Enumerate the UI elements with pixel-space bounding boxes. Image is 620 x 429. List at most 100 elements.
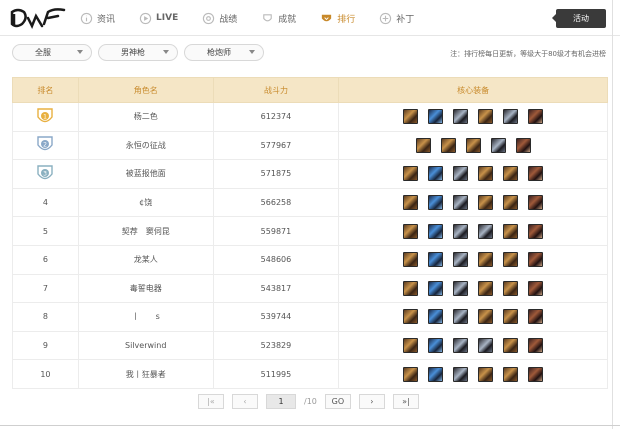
activity-button[interactable]: 活动 <box>552 9 606 28</box>
equipment-icon[interactable] <box>453 166 469 182</box>
equipment-icon[interactable] <box>478 252 494 268</box>
equipment-icon[interactable] <box>428 252 444 268</box>
equipment-icon[interactable] <box>428 223 444 239</box>
equipment-icon[interactable] <box>478 338 494 354</box>
equipment-icon[interactable] <box>478 366 494 382</box>
table-row[interactable]: 9 Silverwind 523829 <box>12 330 608 361</box>
equipment-icon[interactable] <box>515 137 531 153</box>
equipment-icon[interactable] <box>478 280 494 296</box>
equipment-icon[interactable] <box>453 195 469 211</box>
equipment-icon[interactable] <box>528 166 544 182</box>
equipment-icon[interactable] <box>453 366 469 382</box>
table-row[interactable]: 6 龙某人 548606 <box>12 244 608 275</box>
equipment-icon[interactable] <box>428 280 444 296</box>
character-name[interactable]: 被蓝报他面 <box>77 159 214 189</box>
nav-item-achievement[interactable]: 成就 <box>261 12 296 25</box>
equipment-icon[interactable] <box>503 109 519 125</box>
equipment-icon[interactable] <box>403 166 419 182</box>
equipment-icon[interactable] <box>453 338 469 354</box>
equipment-icon[interactable] <box>428 109 444 125</box>
equipment-icon[interactable] <box>403 280 419 296</box>
equipment-icon[interactable] <box>453 309 469 325</box>
equipment-icon[interactable] <box>503 309 519 325</box>
character-name[interactable]: 丨 s <box>77 302 214 332</box>
character-name[interactable]: 我丨狂暴者 <box>77 359 214 389</box>
equipment-icon[interactable] <box>528 223 544 239</box>
table-row[interactable]: 3 被蓝报他面 571875 <box>12 159 608 189</box>
nav-item-patch[interactable]: 补丁 <box>379 12 414 25</box>
nav-item-live[interactable]: LIVE <box>139 12 178 25</box>
nav-item-record[interactable]: 战绩 <box>202 12 237 25</box>
equipment-icon[interactable] <box>428 366 444 382</box>
equipment-icon[interactable] <box>453 280 469 296</box>
equipment-icon[interactable] <box>503 338 519 354</box>
character-name[interactable]: 杨二色 <box>77 102 214 132</box>
equipment-icon[interactable] <box>403 109 419 125</box>
equipment-icon[interactable] <box>403 252 419 268</box>
equipment-icon[interactable] <box>403 195 419 211</box>
equipment-icon[interactable] <box>428 166 444 182</box>
character-name[interactable]: ¢饶 <box>77 187 214 218</box>
equipment-icon[interactable] <box>503 252 519 268</box>
equipment-icon[interactable] <box>440 137 456 153</box>
character-name[interactable]: 毒誓电器 <box>77 273 214 304</box>
equipment-icon[interactable] <box>415 137 431 153</box>
equipment-icon[interactable] <box>528 309 544 325</box>
equipment-icon[interactable] <box>503 366 519 382</box>
table-row[interactable]: 10 我丨狂暴者 511995 <box>12 359 608 389</box>
dnf-logo[interactable] <box>8 4 68 32</box>
core-gear-cell <box>338 102 608 132</box>
equipment-icon[interactable] <box>428 338 444 354</box>
equipment-icon[interactable] <box>528 195 544 211</box>
equipment-icon[interactable] <box>503 223 519 239</box>
table-row[interactable]: 5 契荐 窦伺昆 559871 <box>12 216 608 246</box>
equipment-icon[interactable] <box>528 338 544 354</box>
go-button[interactable]: GO <box>324 394 351 409</box>
equipment-icon[interactable] <box>478 195 494 211</box>
table-row[interactable]: 7 毒誓电器 543817 <box>12 273 608 304</box>
next-page-button[interactable]: › <box>358 394 385 409</box>
equipment-icon[interactable] <box>478 309 494 325</box>
first-page-button[interactable]: |« <box>198 394 224 409</box>
equipment-icon[interactable] <box>478 166 494 182</box>
nav-item-info[interactable]: 资讯 <box>80 12 115 25</box>
equipment-icon[interactable] <box>528 109 544 125</box>
server-select[interactable]: 全服 <box>12 44 92 61</box>
table-row[interactable]: 4 ¢饶 566258 <box>12 187 608 218</box>
equipment-icon[interactable] <box>503 195 519 211</box>
table-row[interactable]: 8 丨 s 539744 <box>12 302 608 332</box>
equipment-icon[interactable] <box>528 366 544 382</box>
equipment-icon[interactable] <box>453 252 469 268</box>
character-name[interactable]: 永恒の征战 <box>77 130 214 161</box>
character-name[interactable]: Silverwind <box>77 330 214 361</box>
equipment-icon[interactable] <box>453 223 469 239</box>
equipment-icon[interactable] <box>478 109 494 125</box>
character-name[interactable]: 龙某人 <box>77 244 214 275</box>
nav-item-ranking[interactable]: 排行 <box>320 12 355 25</box>
equipment-icon[interactable] <box>490 137 506 153</box>
rank-medal-icon: 3 <box>37 165 54 180</box>
equipment-icon[interactable] <box>403 309 419 325</box>
equipment-icon[interactable] <box>428 195 444 211</box>
subclass-select[interactable]: 枪炮师 <box>184 44 264 61</box>
equipment-icon[interactable] <box>528 280 544 296</box>
equipment-icon[interactable] <box>528 252 544 268</box>
character-name[interactable]: 契荐 窦伺昆 <box>77 216 214 246</box>
prev-page-button[interactable]: ‹ <box>232 394 258 409</box>
combat-power: 559871 <box>212 216 340 246</box>
class-select[interactable]: 男神枪 <box>98 44 178 61</box>
equipment-icon[interactable] <box>503 166 519 182</box>
last-page-button[interactable]: »| <box>392 394 419 409</box>
gear-list <box>339 366 607 382</box>
equipment-icon[interactable] <box>478 223 494 239</box>
equipment-icon[interactable] <box>403 366 419 382</box>
page-input[interactable]: 1 <box>266 394 296 409</box>
equipment-icon[interactable] <box>403 338 419 354</box>
equipment-icon[interactable] <box>465 137 481 153</box>
equipment-icon[interactable] <box>503 280 519 296</box>
table-row[interactable]: 1 杨二色 612374 <box>12 102 608 132</box>
equipment-icon[interactable] <box>403 223 419 239</box>
table-row[interactable]: 2 永恒の征战 577967 <box>12 130 608 161</box>
equipment-icon[interactable] <box>428 309 444 325</box>
equipment-icon[interactable] <box>453 109 469 125</box>
